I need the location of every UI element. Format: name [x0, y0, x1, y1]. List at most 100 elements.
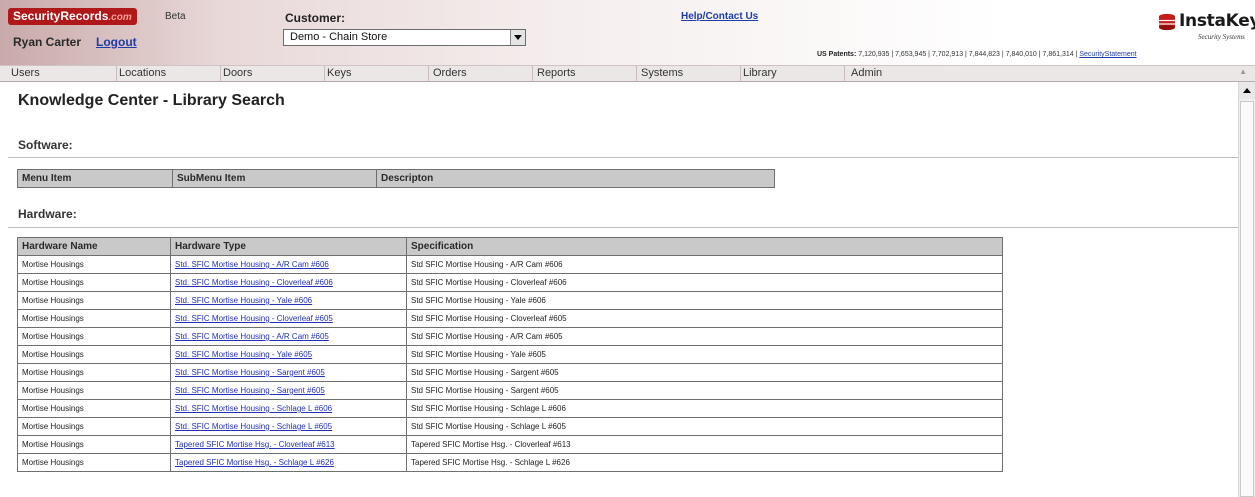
software-heading: Software: — [18, 138, 73, 152]
hardware-type-cell: Std. SFIC Mortise Housing - Cloverleaf #… — [170, 309, 407, 328]
hardware-spec: Std SFIC Mortise Housing - Yale #605 — [406, 345, 1003, 364]
software-table-header: Menu Item SubMenu Item Descripton — [17, 169, 775, 188]
hardware-spec: Std SFIC Mortise Housing - Schlage L #60… — [406, 399, 1003, 418]
hardware-name: Mortise Housings — [17, 291, 171, 310]
hardware-name: Mortise Housings — [17, 399, 171, 418]
hardware-type-link[interactable]: Std. SFIC Mortise Housing - Yale #606 — [175, 296, 312, 305]
table-row: Mortise Housings Std. SFIC Mortise Housi… — [17, 399, 1003, 418]
hardware-spec: Std SFIC Mortise Housing - Cloverleaf #6… — [406, 309, 1003, 328]
nav-item-reports[interactable]: Reports — [533, 66, 637, 81]
hardware-spec: Std SFIC Mortise Housing - Sargent #605 — [406, 381, 1003, 400]
table-row: Mortise Housings Std. SFIC Mortise Housi… — [17, 417, 1003, 436]
customer-select-value: Demo - Chain Store — [290, 31, 388, 43]
hardware-name: Mortise Housings — [17, 435, 171, 454]
nav-item-systems[interactable]: Systems — [637, 66, 741, 81]
page-title: Knowledge Center - Library Search — [18, 92, 285, 109]
hardware-type-link[interactable]: Std. SFIC Mortise Housing - Cloverleaf #… — [175, 278, 333, 287]
app-header: SecurityRecords.com Beta Ryan Carter Log… — [0, 0, 1255, 65]
column-header[interactable]: Menu Item — [17, 169, 173, 188]
security-statement-link[interactable]: SecurityStatement — [1079, 51, 1136, 58]
chevron-down-icon[interactable] — [510, 30, 525, 45]
hardware-type-link[interactable]: Std. SFIC Mortise Housing - A/R Cam #606 — [175, 260, 329, 269]
hardware-name: Mortise Housings — [17, 417, 171, 436]
table-row: Mortise Housings Std. SFIC Mortise Housi… — [17, 381, 1003, 400]
nav-item-doors[interactable]: Doors — [221, 66, 325, 81]
patents-line: US Patents: 7,120,935 | 7,653,945 | 7,70… — [817, 51, 1137, 58]
hardware-type-link[interactable]: Std. SFIC Mortise Housing - Schlage L #6… — [175, 422, 332, 431]
patents-numbers: 7,120,935 | 7,653,945 | 7,702,913 | 7,84… — [858, 51, 1074, 58]
hardware-type-cell: Std. SFIC Mortise Housing - A/R Cam #605 — [170, 327, 407, 346]
table-row: Mortise Housings Std. SFIC Mortise Housi… — [17, 291, 1003, 310]
brand-name: SecurityRecords — [13, 9, 109, 23]
table-row: Mortise Housings Std. SFIC Mortise Housi… — [17, 309, 1003, 328]
hardware-type-cell: Tapered SFIC Mortise Hsg. - Schlage L #6… — [170, 453, 407, 472]
hardware-spec: Std SFIC Mortise Housing - A/R Cam #605 — [406, 327, 1003, 346]
nav-item-library[interactable]: Library — [741, 66, 845, 81]
section-divider — [8, 157, 1238, 158]
instakey-logo: InstaKey Security Systems — [1158, 11, 1255, 45]
hardware-type-cell: Std. SFIC Mortise Housing - Sargent #605 — [170, 381, 407, 400]
logout-link[interactable]: Logout — [96, 35, 137, 49]
hardware-type-cell: Std. SFIC Mortise Housing - Schlage L #6… — [170, 399, 407, 418]
hardware-table-header: Hardware Name Hardware Type Specificatio… — [17, 237, 1003, 256]
nav-item-orders[interactable]: Orders — [429, 66, 533, 81]
table-row: Mortise Housings Std. SFIC Mortise Housi… — [17, 345, 1003, 364]
hardware-name: Mortise Housings — [17, 273, 171, 292]
hardware-heading: Hardware: — [18, 207, 77, 221]
section-divider — [8, 227, 1238, 228]
nav-item-locations[interactable]: Locations — [117, 66, 221, 81]
hardware-type-cell: Std. SFIC Mortise Housing - Yale #605 — [170, 345, 407, 364]
hardware-spec: Std SFIC Mortise Housing - Schlage L #60… — [406, 417, 1003, 436]
nav-item-users[interactable]: Users — [0, 66, 117, 81]
table-row: Mortise Housings Std. SFIC Mortise Housi… — [17, 273, 1003, 292]
column-header[interactable]: Hardware Name — [17, 237, 171, 256]
hardware-name: Mortise Housings — [17, 381, 171, 400]
hardware-spec: Std SFIC Mortise Housing - Yale #606 — [406, 291, 1003, 310]
column-header[interactable]: SubMenu Item — [172, 169, 377, 188]
hardware-name: Mortise Housings — [17, 309, 171, 328]
table-row: Mortise Housings Tapered SFIC Mortise Hs… — [17, 453, 1003, 472]
scroll-up-button[interactable] — [1239, 82, 1255, 99]
hardware-type-link[interactable]: Std. SFIC Mortise Housing - Schlage L #6… — [175, 404, 332, 413]
vertical-scrollbar[interactable] — [1238, 82, 1255, 497]
hardware-name: Mortise Housings — [17, 345, 171, 364]
column-header[interactable]: Hardware Type — [170, 237, 407, 256]
hardware-name: Mortise Housings — [17, 363, 171, 382]
nav-item-keys[interactable]: Keys — [325, 66, 429, 81]
customer-label: Customer: — [285, 11, 346, 25]
hardware-table: Hardware Name Hardware Type Specificatio… — [17, 237, 1003, 472]
scroll-up-small-icon: ▲ — [1239, 67, 1247, 76]
hardware-type-link[interactable]: Std. SFIC Mortise Housing - Cloverleaf #… — [175, 314, 333, 323]
hardware-type-link[interactable]: Std. SFIC Mortise Housing - Yale #605 — [175, 350, 312, 359]
hardware-name: Mortise Housings — [17, 453, 171, 472]
column-header[interactable]: Descripton — [376, 169, 775, 188]
hardware-type-link[interactable]: Tapered SFIC Mortise Hsg. - Schlage L #6… — [175, 458, 334, 467]
instakey-wordmark: InstaKey — [1179, 11, 1255, 31]
hardware-type-cell: Std. SFIC Mortise Housing - Sargent #605 — [170, 363, 407, 382]
hardware-type-link[interactable]: Std. SFIC Mortise Housing - A/R Cam #605 — [175, 332, 329, 341]
securityrecords-logo[interactable]: SecurityRecords.com — [8, 8, 137, 25]
hardware-type-link[interactable]: Std. SFIC Mortise Housing - Sargent #605 — [175, 386, 325, 395]
main-nav: Users Locations Doors Keys Orders Report… — [0, 65, 1255, 82]
help-contact-link[interactable]: Help/Contact Us — [681, 11, 758, 22]
main-content: Knowledge Center - Library Search Softwa… — [0, 82, 1238, 497]
customer-select[interactable]: Demo - Chain Store — [283, 29, 526, 46]
hardware-type-link[interactable]: Tapered SFIC Mortise Hsg. - Cloverleaf #… — [175, 440, 335, 449]
instakey-tagline: Security Systems — [1198, 33, 1245, 41]
scrollbar-thumb[interactable] — [1240, 101, 1254, 497]
software-table: Menu Item SubMenu Item Descripton — [17, 169, 775, 188]
hardware-name: Mortise Housings — [17, 255, 171, 274]
hardware-type-cell: Std. SFIC Mortise Housing - Cloverleaf #… — [170, 273, 407, 292]
instakey-mark-icon — [1159, 13, 1175, 31]
user-name: Ryan Carter — [13, 35, 82, 49]
hardware-spec: Tapered SFIC Mortise Hsg. - Schlage L #6… — [406, 453, 1003, 472]
hardware-type-link[interactable]: Std. SFIC Mortise Housing - Sargent #605 — [175, 368, 325, 377]
nav-item-admin[interactable]: Admin — [845, 66, 945, 81]
hardware-spec: Std SFIC Mortise Housing - Cloverleaf #6… — [406, 273, 1003, 292]
table-row: Mortise Housings Std. SFIC Mortise Housi… — [17, 255, 1003, 274]
hardware-spec: Std SFIC Mortise Housing - A/R Cam #606 — [406, 255, 1003, 274]
hardware-spec: Std SFIC Mortise Housing - Sargent #605 — [406, 363, 1003, 382]
hardware-spec: Tapered SFIC Mortise Hsg. - Cloverleaf #… — [406, 435, 1003, 454]
hardware-type-cell: Std. SFIC Mortise Housing - Schlage L #6… — [170, 417, 407, 436]
column-header[interactable]: Specification — [406, 237, 1003, 256]
